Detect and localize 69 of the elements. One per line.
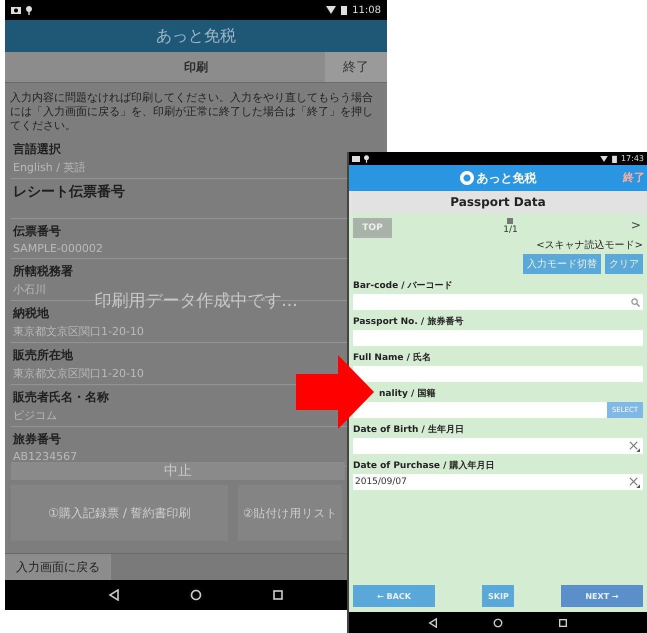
field-label: Date of Purchase / 購入年月日 bbox=[353, 459, 495, 472]
field-label: 言語選択 bbox=[13, 141, 61, 158]
input-field[interactable] bbox=[353, 438, 643, 454]
end-button[interactable]: 終了 bbox=[623, 170, 645, 185]
input-field[interactable]: 2015/09/07 bbox=[353, 474, 643, 490]
wifi-icon bbox=[600, 156, 608, 162]
battery-icon bbox=[612, 154, 617, 162]
field-label: Date of Birth / 生年月日 bbox=[353, 423, 464, 436]
clear-icon[interactable] bbox=[629, 476, 640, 488]
wifi-icon bbox=[326, 6, 336, 14]
field-label: 納税地 bbox=[13, 305, 49, 322]
progress-message: 印刷用データ作成中です... bbox=[94, 290, 298, 312]
field-label: Bar-code / バーコード bbox=[353, 280, 453, 292]
footer-button[interactable]: ← BACK bbox=[353, 585, 435, 607]
back-icon[interactable] bbox=[108, 589, 120, 601]
field-label: 旅券番号 bbox=[13, 431, 61, 448]
status-time: 17:43 bbox=[620, 154, 644, 163]
app-title: あっと免税 bbox=[156, 26, 236, 46]
next-page-button[interactable]: > bbox=[628, 218, 643, 232]
top-button[interactable]: TOP bbox=[353, 218, 392, 238]
battery-icon bbox=[341, 5, 348, 15]
pin-icon bbox=[26, 6, 32, 14]
mode-button[interactable]: クリア bbox=[605, 254, 643, 274]
input-field[interactable] bbox=[353, 330, 643, 346]
camera-icon bbox=[11, 6, 21, 14]
status-time: 11:08 bbox=[352, 4, 381, 16]
field-value: English / 英語 bbox=[13, 160, 86, 175]
page-icon bbox=[507, 218, 514, 224]
field-label: 販売者氏名・名称 bbox=[13, 389, 109, 406]
home-icon[interactable] bbox=[190, 589, 202, 601]
screen-title: 印刷 bbox=[184, 58, 208, 76]
pin-icon bbox=[364, 154, 369, 162]
input-field[interactable] bbox=[353, 366, 643, 382]
end-button[interactable]: 終了 bbox=[325, 52, 387, 82]
search-icon[interactable] bbox=[631, 298, 640, 306]
message-icon bbox=[352, 156, 360, 162]
print-button[interactable]: ②貼付け用リスト bbox=[238, 485, 342, 541]
field-label: レシート伝票番号 bbox=[13, 183, 125, 202]
field-label: 販売所在地 bbox=[13, 347, 73, 364]
cancel-button[interactable]: 中止 bbox=[11, 462, 345, 480]
instruction-text: 入力内容に問題なければ印刷してください。入力をやり直してもらう場合には「入力画面に戻る」を、印刷が正常に終了した場合は「終了」を押してください。 bbox=[9, 90, 374, 134]
home-icon[interactable] bbox=[493, 618, 503, 628]
field-value: SAMPLE-000002 bbox=[13, 242, 103, 255]
recents-icon[interactable] bbox=[558, 618, 568, 628]
field-label: Full Name / 氏名 bbox=[353, 351, 432, 364]
field-value: 東京都文京区関口1-20-10 bbox=[13, 324, 144, 339]
screen-title: Passport Data bbox=[450, 195, 546, 209]
footer-button[interactable]: SKIP bbox=[482, 585, 514, 607]
page-indicator: 1/1 bbox=[503, 225, 518, 235]
field-label: Passport No. / 旅券番号 bbox=[353, 315, 464, 328]
input-field[interactable] bbox=[353, 294, 643, 310]
back-icon[interactable] bbox=[428, 618, 438, 628]
field-label: nality / 国籍 bbox=[379, 388, 436, 400]
print-button[interactable]: ①購入記録票 / 誓約書印刷 bbox=[11, 485, 228, 541]
logo-icon bbox=[460, 171, 474, 185]
mode-label: <スキャナ読込モード> bbox=[535, 238, 643, 252]
mode-button[interactable]: 入力モード切替 bbox=[523, 254, 601, 274]
field-value: 東京都文京区関口1-20-10 bbox=[13, 366, 144, 381]
field-value: ビジコム bbox=[13, 408, 57, 423]
input-field[interactable] bbox=[353, 402, 607, 418]
app-title: あっと免税 bbox=[476, 170, 536, 186]
field-label: 所轄税務署 bbox=[13, 263, 73, 280]
recents-icon[interactable] bbox=[272, 589, 284, 601]
field-value: 小石川 bbox=[13, 282, 46, 297]
field-label: 伝票番号 bbox=[13, 223, 61, 240]
clear-icon[interactable] bbox=[629, 440, 640, 452]
footer-button[interactable]: NEXT → bbox=[561, 585, 643, 607]
back-to-input-button[interactable]: 入力画面に戻る bbox=[5, 554, 111, 580]
field-value: AB1234567 bbox=[13, 450, 78, 463]
